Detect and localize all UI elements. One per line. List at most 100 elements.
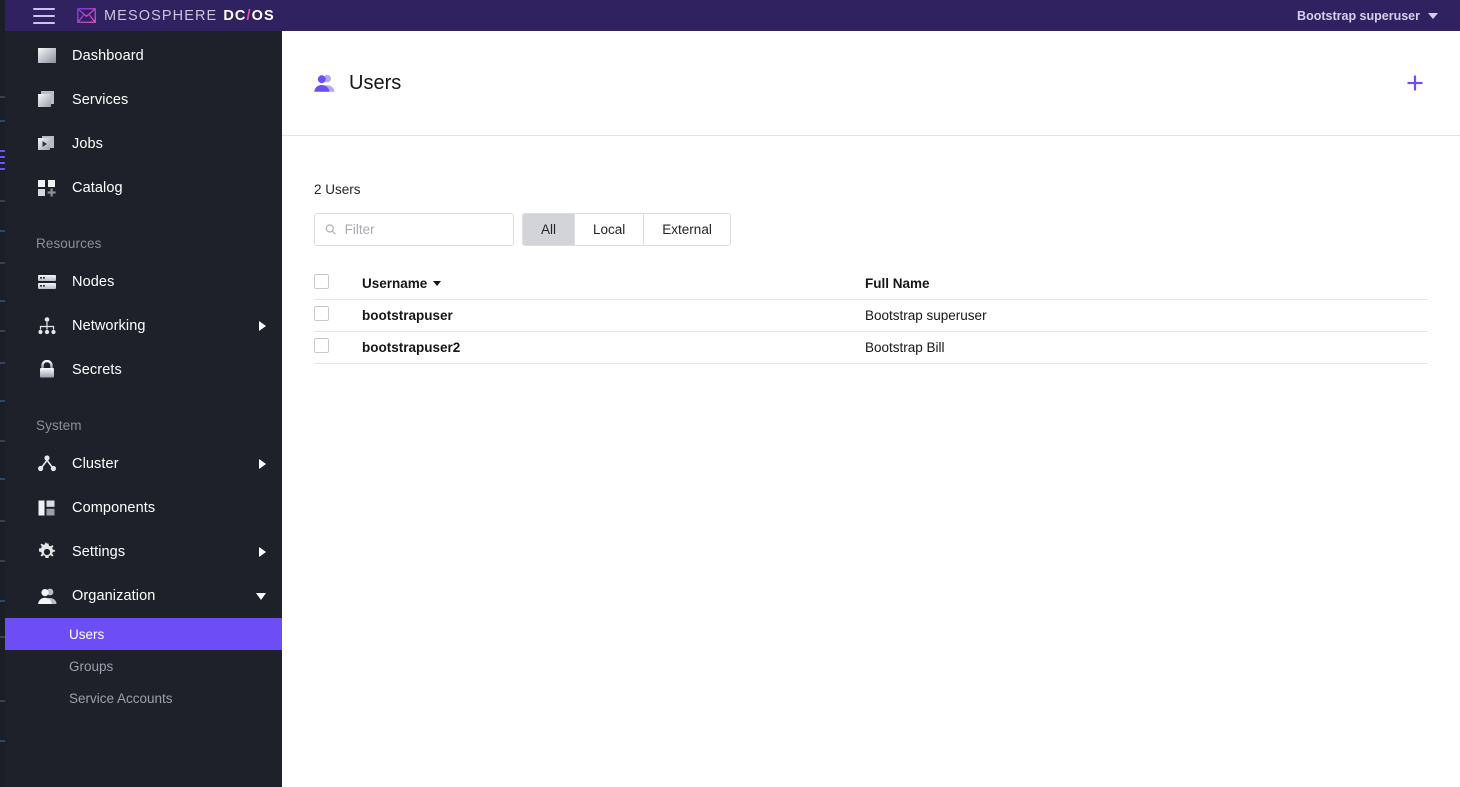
- edge-mark: [0, 96, 5, 98]
- edge-mark: [0, 330, 5, 332]
- cell-fullname: Bootstrap Bill: [865, 331, 1428, 364]
- chevron-right-icon: [259, 321, 266, 331]
- sidebar-item-jobs[interactable]: Jobs: [0, 122, 282, 166]
- components-icon: [36, 497, 58, 519]
- plus-icon: [1407, 75, 1423, 91]
- sidebar-item-nodes[interactable]: Nodes: [0, 260, 282, 304]
- edge-mark: [0, 520, 5, 522]
- left-edge-strip: [0, 0, 5, 787]
- edge-mark: [0, 400, 5, 402]
- chevron-right-icon: [259, 547, 266, 557]
- table-row[interactable]: bootstrapuser Bootstrap superuser: [314, 299, 1428, 332]
- gear-icon: [36, 541, 58, 563]
- sidebar-subitem-label: Groups: [69, 658, 114, 674]
- select-all-cell: [314, 268, 362, 300]
- filter-tab-all[interactable]: All: [523, 214, 576, 245]
- sidebar-item-dashboard[interactable]: Dashboard: [0, 34, 282, 78]
- chevron-down-icon: [256, 592, 266, 600]
- sidebar-section-resources: Resources: [36, 235, 102, 251]
- dcos-ui-root: MESOSPHERE DC / OS Bootstrap superuser D…: [0, 0, 1460, 787]
- cell-fullname: Bootstrap superuser: [865, 299, 1428, 332]
- brand-os: OS: [251, 7, 275, 24]
- sidebar-item-secrets[interactable]: Secrets: [0, 348, 282, 392]
- sidebar-item-label: Jobs: [72, 136, 104, 152]
- brand-logo[interactable]: MESOSPHERE DC / OS: [77, 7, 275, 24]
- row-checkbox-cell: [314, 331, 362, 364]
- chevron-right-icon: [259, 459, 266, 469]
- user-account-name: Bootstrap superuser: [1297, 8, 1420, 23]
- column-header-username[interactable]: Username: [362, 268, 865, 300]
- column-header-username-label: Username: [362, 275, 428, 291]
- filter-segment-group: All Local External: [522, 213, 731, 246]
- sidebar-subitem-label: Users: [69, 626, 105, 642]
- sidebar-item-label: Dashboard: [72, 48, 144, 64]
- page-header: Users: [282, 31, 1460, 136]
- sidebar-item-groups[interactable]: Groups: [0, 650, 282, 682]
- sidebar-item-label: Services: [72, 92, 129, 108]
- services-icon: [36, 89, 58, 111]
- add-user-button[interactable]: [1404, 72, 1426, 94]
- edge-mark: [0, 600, 5, 602]
- sidebar-item-users[interactable]: Users: [0, 618, 282, 650]
- row-checkbox-cell: [314, 299, 362, 332]
- edge-mark: [0, 262, 5, 264]
- column-header-fullname[interactable]: Full Name: [865, 268, 1428, 300]
- sidebar-item-label: Components: [72, 500, 156, 516]
- chevron-down-icon: [1428, 12, 1438, 19]
- row-checkbox[interactable]: [314, 306, 329, 321]
- hamburger-menu-icon[interactable]: [33, 7, 55, 24]
- sidebar-item-organization[interactable]: Organization: [0, 574, 282, 618]
- top-bar: MESOSPHERE DC / OS Bootstrap superuser: [0, 0, 1460, 31]
- cell-username: bootstrapuser: [362, 299, 865, 332]
- cell-username: bootstrapuser2: [362, 331, 865, 364]
- search-icon: [325, 224, 336, 235]
- filter-tab-external[interactable]: External: [644, 214, 730, 245]
- sidebar: Dashboard Services Jobs Catalog Resource…: [0, 31, 282, 787]
- edge-mark: [0, 300, 5, 302]
- filter-tab-local[interactable]: Local: [575, 214, 645, 245]
- table-header-row: Username Full Name: [314, 268, 1428, 300]
- edge-mark: [0, 150, 5, 152]
- sidebar-subitem-label: Service Accounts: [69, 690, 173, 706]
- edge-mark: [0, 200, 5, 202]
- dashboard-icon: [36, 45, 58, 67]
- edge-mark: [0, 478, 5, 480]
- users-icon: [314, 74, 335, 92]
- edge-mark: [0, 636, 5, 638]
- sidebar-item-service-accounts[interactable]: Service Accounts: [0, 682, 282, 714]
- page-title: Users: [349, 71, 402, 94]
- sidebar-item-settings[interactable]: Settings: [0, 530, 282, 574]
- table-row[interactable]: bootstrapuser2 Bootstrap Bill: [314, 331, 1428, 364]
- sidebar-item-networking[interactable]: Networking: [0, 304, 282, 348]
- edge-mark: [0, 740, 5, 742]
- sidebar-item-catalog[interactable]: Catalog: [0, 166, 282, 210]
- nodes-icon: [36, 271, 58, 293]
- table-controls: All Local External: [314, 213, 1428, 246]
- sidebar-item-components[interactable]: Components: [0, 486, 282, 530]
- row-checkbox[interactable]: [314, 338, 329, 353]
- sidebar-section-system: System: [36, 417, 82, 433]
- filter-field[interactable]: [314, 213, 514, 246]
- edge-mark: [0, 156, 5, 158]
- user-account-menu[interactable]: Bootstrap superuser: [1297, 0, 1438, 31]
- main-content: Users 2 Users All: [282, 31, 1460, 787]
- edge-mark: [0, 168, 5, 170]
- select-all-checkbox[interactable]: [314, 274, 329, 290]
- sidebar-item-label: Nodes: [72, 274, 115, 290]
- sidebar-item-cluster[interactable]: Cluster: [0, 442, 282, 486]
- edge-mark: [0, 120, 5, 122]
- brand-mesosphere: MESOSPHERE: [104, 7, 218, 24]
- edge-mark: [0, 362, 5, 364]
- sort-descending-icon: [433, 280, 442, 286]
- cluster-icon: [36, 453, 58, 475]
- search-input[interactable]: [344, 222, 503, 237]
- user-count-label: 2 Users: [314, 182, 361, 197]
- edge-mark: [0, 162, 5, 164]
- secrets-lock-icon: [36, 359, 58, 381]
- sidebar-item-label: Cluster: [72, 456, 119, 472]
- users-table: Username Full Name bootstrapuser Bootstr…: [314, 268, 1428, 364]
- sidebar-item-services[interactable]: Services: [0, 78, 282, 122]
- edge-mark: [0, 700, 5, 702]
- sidebar-item-label: Organization: [72, 588, 156, 604]
- mesosphere-logo-icon: [77, 8, 96, 23]
